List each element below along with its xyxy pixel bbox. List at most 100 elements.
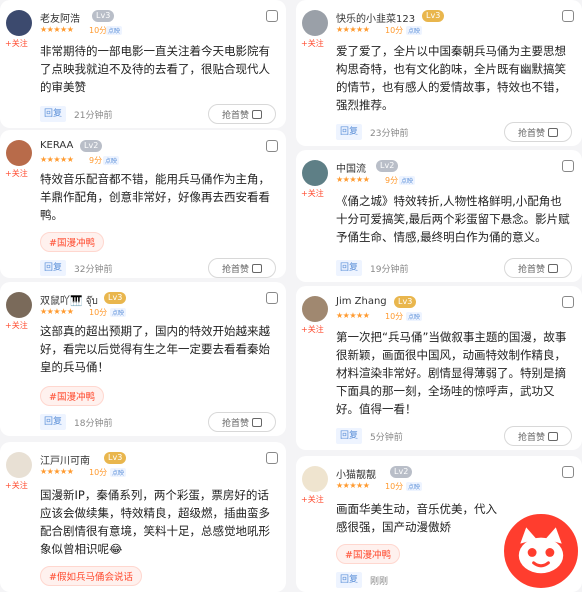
comment-card: +关注 双鼠吖🎹 จุ๊บ Lv3 ★★★★★ 10分 点映 这部真的超出预期了… xyxy=(0,282,286,436)
timestamp: 23分钟前 xyxy=(370,129,409,139)
rating-stars: ★★★★★ xyxy=(336,481,370,490)
reply-button[interactable]: 回复 xyxy=(336,124,362,140)
avatar[interactable] xyxy=(302,296,328,322)
like-label: 抢首赞 xyxy=(221,110,249,121)
comment-text: 这部真的超出预期了，国内的特效开始越来越好，看完以后觉得有生之年一定要去看看秦始… xyxy=(40,324,270,374)
comment-card: +关注 KERAA Lv2 ★★★★★ 9分 点映 特效音乐配音都不错，能用兵马… xyxy=(0,130,286,278)
preview-mark: 点映 xyxy=(110,308,127,317)
share-icon[interactable] xyxy=(266,10,278,22)
avatar[interactable] xyxy=(6,452,32,478)
topic-tag[interactable]: #国漫冲鸭 xyxy=(40,232,104,252)
timestamp: 32分钟前 xyxy=(74,265,113,275)
comment-text: 《俑之城》特效转折,人物性格鲜明,小配角也十分可爱搞笑,最后两个彩蛋留下悬念。影… xyxy=(336,194,570,244)
comment-text: 画面华美生动，音乐优美，代入感很强，国产动漫傲娇 xyxy=(336,502,497,534)
user-name[interactable]: 快乐的小韭菜123 xyxy=(336,10,415,25)
like-label: 抢首赞 xyxy=(221,418,249,429)
avatar[interactable] xyxy=(302,160,328,186)
rating-score: 10分 xyxy=(385,26,404,35)
timestamp: 19分钟前 xyxy=(370,265,409,275)
share-icon[interactable] xyxy=(562,296,574,308)
rating-score: 10分 xyxy=(89,468,108,477)
reply-button[interactable]: 回复 xyxy=(40,414,66,430)
share-icon[interactable] xyxy=(562,466,574,478)
comment-text: 第一次把“兵马俑”当做叙事主题的国漫，故事很新颖，画面很中国风，动画特效制作精良… xyxy=(336,330,567,416)
follow-button[interactable]: +关注 xyxy=(301,494,324,505)
like-label: 抢首赞 xyxy=(517,128,545,139)
thumb-up-icon xyxy=(252,263,262,273)
timestamp: 21分钟前 xyxy=(74,111,113,121)
preview-mark: 点映 xyxy=(406,482,423,491)
avatar[interactable] xyxy=(302,466,328,492)
reply-button[interactable]: 回复 xyxy=(336,428,362,444)
level-badge: Lv2 xyxy=(390,466,413,478)
comment-text: 爱了爱了，全片以中国秦朝兵马俑为主要思想构思奇特，也有文化韵味，全片既有幽默搞笑… xyxy=(336,44,566,112)
user-name[interactable]: 中国流 xyxy=(336,160,366,175)
share-icon[interactable] xyxy=(266,140,278,152)
topic-tag[interactable]: #国漫冲鸭 xyxy=(336,544,400,564)
preview-mark: 点映 xyxy=(103,156,120,165)
reply-button[interactable]: 回复 xyxy=(336,260,362,276)
like-button[interactable]: 抢首赞 xyxy=(504,426,572,446)
follow-button[interactable]: +关注 xyxy=(301,324,324,335)
preview-mark: 点映 xyxy=(406,26,423,35)
timestamp: 18分钟前 xyxy=(74,419,113,429)
rating-score: 10分 xyxy=(385,312,404,321)
reply-button[interactable]: 回复 xyxy=(336,572,362,588)
share-icon[interactable] xyxy=(266,452,278,464)
rating-stars: ★★★★★ xyxy=(40,155,74,164)
follow-button[interactable]: +关注 xyxy=(5,320,28,331)
user-name[interactable]: 江戸川可南 xyxy=(40,452,90,467)
comment-card: +关注 江戸川可南 Lv3 ★★★★★ 10分 点映 国漫新IP，秦俑系列，两个… xyxy=(0,442,286,592)
topic-tag[interactable]: #国漫冲鸭 xyxy=(40,386,104,406)
like-label: 抢首赞 xyxy=(221,264,249,275)
level-badge: Lv3 xyxy=(92,10,115,22)
follow-button[interactable]: +关注 xyxy=(5,168,28,179)
reply-button[interactable]: 回复 xyxy=(40,106,66,122)
rating-stars: ★★★★★ xyxy=(336,175,370,184)
rating-stars: ★★★★★ xyxy=(336,25,370,34)
level-badge: Lv3 xyxy=(422,10,445,22)
rating-stars: ★★★★★ xyxy=(40,25,74,34)
topic-tag[interactable]: #假如兵马俑会说话 xyxy=(40,566,142,586)
level-badge: Lv2 xyxy=(80,140,103,152)
like-button[interactable]: 抢首赞 xyxy=(208,104,276,124)
thumb-up-icon xyxy=(548,263,558,273)
like-button[interactable]: 抢首赞 xyxy=(504,122,572,142)
avatar[interactable] xyxy=(6,140,32,166)
like-button[interactable]: 抢首赞 xyxy=(504,258,572,278)
user-name[interactable]: Jim Zhang xyxy=(336,296,387,307)
avatar[interactable] xyxy=(6,292,32,318)
maoyan-cat-logo-icon xyxy=(500,510,582,592)
follow-button[interactable]: +关注 xyxy=(301,38,324,49)
comment-text: 非常期待的一部电影一直关注着今天电影院有了点映我就迫不及待的去看了，很贴合现代人… xyxy=(40,44,270,94)
rating-score: 10分 xyxy=(89,26,108,35)
rating-stars: ★★★★★ xyxy=(40,467,74,476)
follow-button[interactable]: +关注 xyxy=(5,480,28,491)
like-button[interactable]: 抢首赞 xyxy=(208,412,276,432)
user-name[interactable]: 老友阿浩 xyxy=(40,10,80,25)
preview-mark: 点映 xyxy=(406,312,423,321)
avatar[interactable] xyxy=(302,10,328,36)
avatar[interactable] xyxy=(6,10,32,36)
comment-text: 特效音乐配音都不错，能用兵马俑作为主角，羊鼎作配角，创意非常好，好像再去西安看看… xyxy=(40,172,270,222)
timestamp: 5分钟前 xyxy=(370,433,403,443)
comment-card: +关注 Jim Zhang Lv3 ★★★★★ 10分 点映 第一次把“兵马俑”… xyxy=(296,286,582,450)
share-icon[interactable] xyxy=(266,292,278,304)
level-badge: Lv2 xyxy=(376,160,399,172)
thumb-up-icon xyxy=(252,109,262,119)
like-button[interactable]: 抢首赞 xyxy=(208,258,276,278)
share-icon[interactable] xyxy=(562,10,574,22)
comment-card: +关注 老友阿浩 Lv3 ★★★★★ 10分 点映 非常期待的一部电影一直关注着… xyxy=(0,0,286,128)
follow-button[interactable]: +关注 xyxy=(5,38,28,49)
comment-text: 国漫新IP，秦俑系列，两个彩蛋，票房好的话应该会做续集，特效精良，超级燃，插曲蛮… xyxy=(40,488,270,556)
rating-stars: ★★★★★ xyxy=(336,311,370,320)
reply-button[interactable]: 回复 xyxy=(40,260,66,276)
share-icon[interactable] xyxy=(562,160,574,172)
thumb-up-icon xyxy=(548,431,558,441)
user-name[interactable]: KERAA xyxy=(40,140,73,151)
follow-button[interactable]: +关注 xyxy=(301,188,324,199)
preview-mark: 点映 xyxy=(399,176,416,185)
rating-score: 10分 xyxy=(89,308,108,317)
user-name[interactable]: 小猫靓靓 xyxy=(336,466,376,481)
comment-card: +关注 快乐的小韭菜123 Lv3 ★★★★★ 10分 点映 爱了爱了，全片以中… xyxy=(296,0,582,146)
